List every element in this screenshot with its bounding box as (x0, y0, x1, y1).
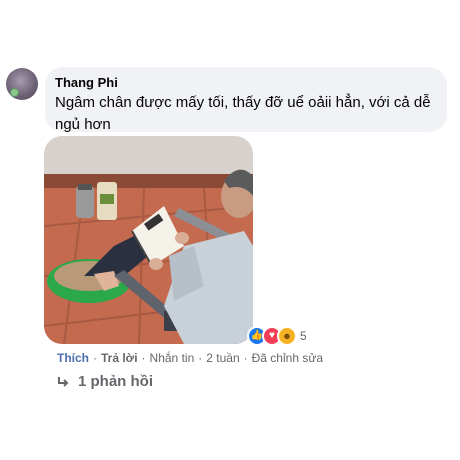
avatar[interactable] (6, 68, 38, 100)
reply-arrow-icon (58, 376, 69, 387)
reaction-count: 5 (300, 328, 307, 343)
separator: · (243, 351, 248, 365)
separator: · (198, 351, 203, 365)
separator: · (93, 351, 97, 365)
timestamp[interactable]: 2 tuần (206, 351, 239, 365)
like-link[interactable]: Thích (57, 351, 89, 365)
replies-count-label: 1 phản hồi (78, 373, 153, 390)
separator: · (141, 351, 146, 365)
comment-text: Ngâm chân được mấy tối, thấy đỡ uể oảii … (55, 94, 431, 133)
haha-icon: ☻ (277, 325, 297, 346)
comment-photo[interactable] (44, 136, 253, 344)
online-status-dot (10, 88, 19, 97)
comment-actions: Thích · Trả lời · Nhắn tin · 2 tuần · Đã… (57, 351, 323, 365)
comment-author[interactable]: Thang Phi (55, 74, 437, 91)
edited-label: Đã chỉnh sửa (251, 351, 324, 365)
reaction-summary[interactable]: 👍 ♥ ☻ 5 (247, 325, 307, 346)
reply-link[interactable]: Trả lời (101, 351, 138, 365)
comment-bubble: Thang Phi Ngâm chân được mấy tối, thấy đ… (45, 67, 447, 133)
view-replies[interactable]: 1 phản hồi (57, 373, 153, 390)
message-link[interactable]: Nhắn tin (150, 351, 195, 365)
